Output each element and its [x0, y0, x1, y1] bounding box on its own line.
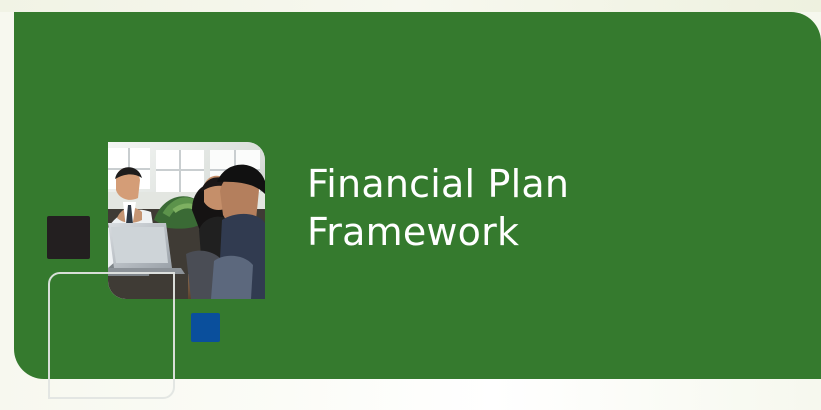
blue-accent-square: [191, 313, 220, 342]
title-line-financial-plan: Financial Plan: [307, 162, 570, 207]
document-title: Financial Plan Framework: [307, 160, 727, 256]
title-line-framework: Framework: [307, 210, 520, 255]
top-strip: [0, 0, 821, 12]
dark-accent-square: [47, 216, 90, 259]
outline-accent-square: [48, 272, 175, 399]
